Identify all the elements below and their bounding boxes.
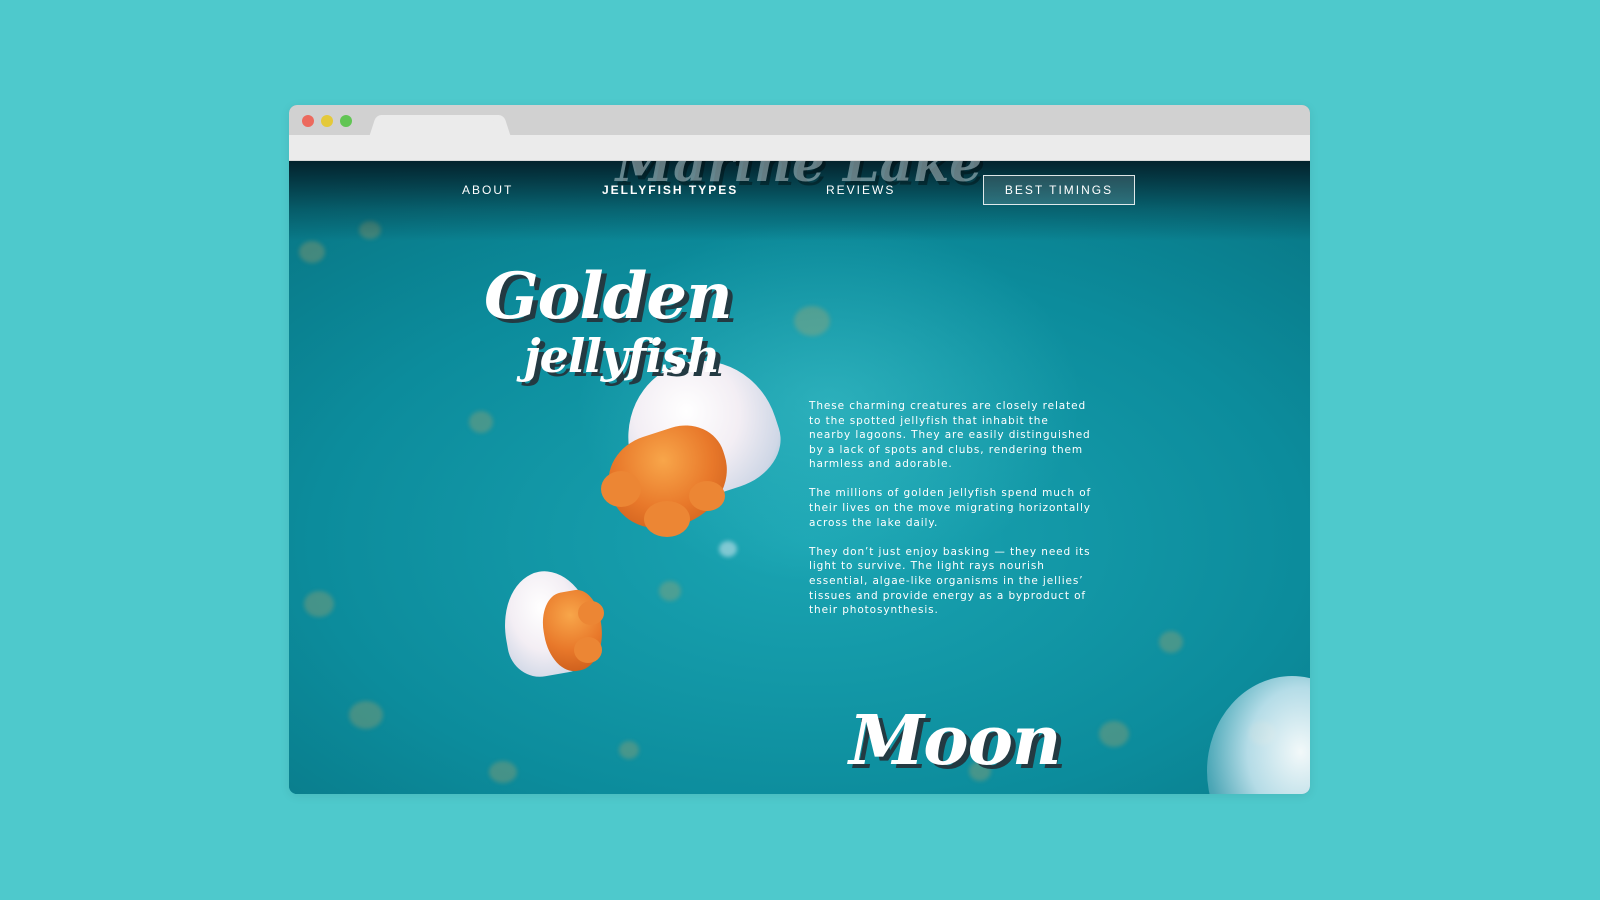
background-jellyfish-bokeh [1159,631,1183,653]
golden-jellyfish-image [589,341,793,561]
browser-tab[interactable] [379,115,501,135]
background-jellyfish-bokeh [794,306,830,336]
browser-titlebar [289,105,1310,135]
background-jellyfish-bokeh [349,701,383,729]
main-nav: ABOUT JELLYFISH TYPES REVIEWS BEST TIMIN… [289,161,1310,221]
nav-link-reviews[interactable]: REVIEWS [826,183,895,197]
background-jellyfish-bokeh [1099,721,1129,747]
background-jellyfish-bokeh [469,411,493,433]
description-paragraph: These charming creatures are closely rel… [809,400,1091,471]
moon-jellyfish-image [1207,676,1310,794]
section-title-golden: Golden [484,259,733,334]
description-paragraph: They don’t just enjoy basking — they nee… [809,545,1091,617]
section-description: These charming creatures are closely rel… [809,399,1094,632]
small-golden-jellyfish-image [495,564,614,682]
nav-link-jellyfish-types[interactable]: JELLYFISH TYPES [602,183,738,197]
browser-toolbar [289,135,1310,161]
background-jellyfish-bokeh [659,581,681,601]
background-jellyfish-bokeh [299,241,325,263]
section-title-moon: Moon [849,701,1061,781]
section-title-jellyfish: jellyfish [524,329,720,383]
background-jellyfish-bokeh [304,591,334,617]
maximize-window-icon[interactable] [340,115,352,127]
nav-link-about[interactable]: ABOUT [462,183,513,197]
minimize-window-icon[interactable] [321,115,333,127]
description-paragraph: The millions of golden jellyfish spend m… [809,487,1092,529]
best-timings-button[interactable]: BEST TIMINGS [983,175,1135,205]
close-window-icon[interactable] [302,115,314,127]
page-viewport: Marine Lake ABOUT JELLYFISH TYPES REVIEW… [289,161,1310,794]
background-jellyfish-bokeh [619,741,639,759]
browser-window: Marine Lake ABOUT JELLYFISH TYPES REVIEW… [289,105,1310,794]
background-jellyfish-bokeh [489,761,517,783]
